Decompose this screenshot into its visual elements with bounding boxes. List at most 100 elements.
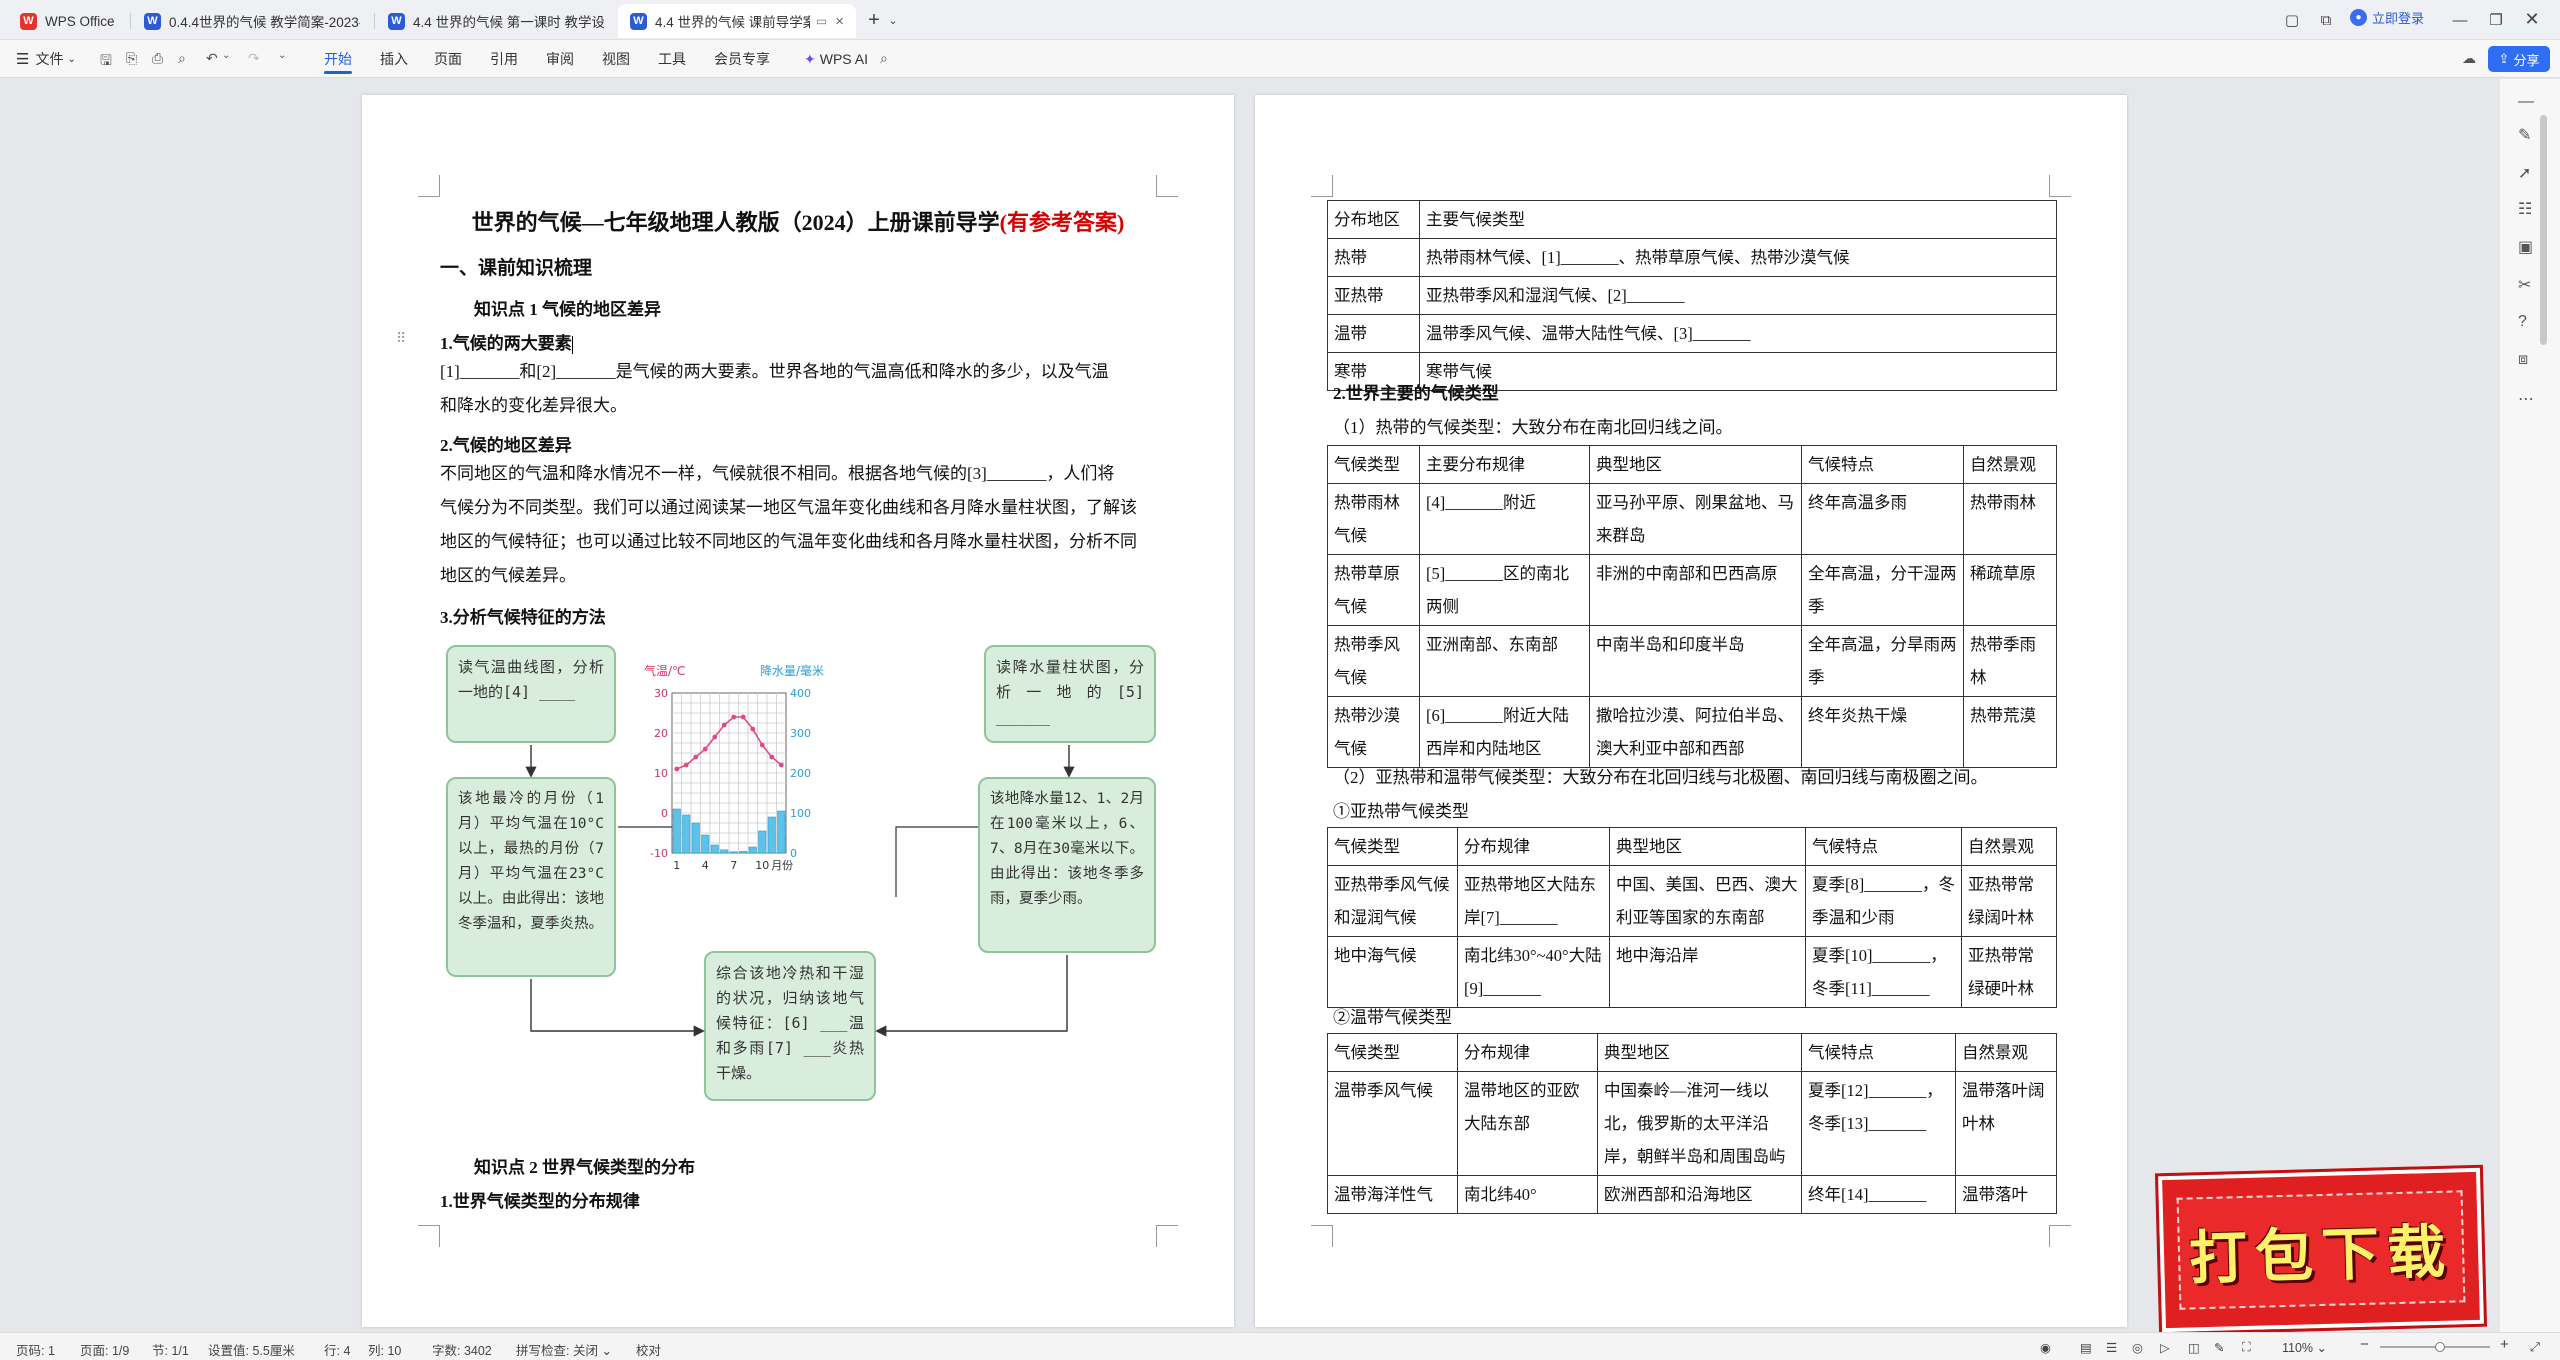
tab-document-3-active[interactable]: W 4.4 世界的气候 课前导学案-2 ▭ × [618,4,856,38]
status-row[interactable]: 行: 4 [324,1340,350,1359]
menu-member[interactable]: 会员专享 [714,40,770,78]
image-icon[interactable]: ▣ [2518,237,2533,257]
tab-document-2[interactable]: W 4.4 世界的气候 第一课时 教学设计-2 [376,4,616,38]
new-tab-icon[interactable]: + [864,9,884,31]
x-tick-label: 7 [730,859,737,872]
table-cell: 亚热带 [1327,276,1420,315]
chevron-down-icon[interactable]: ⌄ [886,11,900,29]
login-button[interactable]: ● 立即登录 [2350,8,2424,27]
menu-references[interactable]: 引用 [490,40,518,78]
table-cell: 终年炎热干燥 [1801,696,1964,768]
temperature-point [712,734,718,740]
redo-icon[interactable]: ↷ [248,50,260,67]
page-view-icon[interactable]: ▤ [2080,1340,2092,1355]
column-header: 主要分布规律 [1419,445,1590,484]
restore-icon[interactable]: ❐ [2486,10,2506,30]
menu-home[interactable]: 开始 [324,40,352,78]
temperature-point [778,762,784,768]
temperate-header-row: 气候类型 分布规律 典型地区 气候特点 自然景观 [1327,1033,2057,1072]
share-panel-icon[interactable]: ⧈ [2518,351,2528,369]
zoom-slider-handle[interactable] [2435,1342,2445,1352]
vertical-scrollbar[interactable] [2540,115,2547,345]
more-icon[interactable]: ⋯ [2518,389,2534,409]
pen-icon[interactable]: ✎ [2518,125,2531,145]
status-page[interactable]: 页码: 1 [16,1340,55,1359]
collapse-icon[interactable]: — [2518,93,2534,111]
menu-page[interactable]: 页面 [434,40,462,78]
download-promo-banner[interactable]: 打包下载 [2154,1164,2488,1336]
undo-dropdown-icon[interactable]: ⌄ [222,50,230,61]
status-section[interactable]: 节: 1/1 [152,1340,189,1359]
column-header: 气候类型 [1327,827,1458,866]
precipitation-bar [767,816,776,854]
status-pages[interactable]: 页面: 1/9 [80,1340,129,1359]
subheading-3: 3.分析气候特征的方法 [440,608,606,627]
table-cell: 亚热带常绿硬叶林 [1961,936,2057,1008]
web-view-icon[interactable]: ◎ [2132,1340,2143,1355]
column-header: 分布规律 [1457,1033,1598,1072]
document-page-1[interactable]: 世界的气候—七年级地理人教版（2024）上册课前导学(有参考答案) 一、课前知识… [362,95,1234,1327]
tab-wps-home[interactable]: W WPS Office [8,4,128,38]
window-layout-icon[interactable]: ▢ [2282,10,2302,30]
play-icon[interactable]: ▷ [2160,1340,2170,1355]
status-spellcheck[interactable]: 拼写检查: 关闭 ⌄ [516,1340,612,1359]
close-tab-icon[interactable]: × [835,13,844,30]
share-button[interactable]: ⇪ 分享 [2488,46,2550,72]
spellcheck-label: 拼写检查: 关闭 [516,1344,598,1358]
fit-page-icon[interactable]: ⤢ [2530,1340,2540,1355]
table-cell: 欧洲西部和沿海地区 [1597,1175,1802,1214]
select-icon[interactable]: ➚ [2518,163,2531,183]
file-menu[interactable]: ☰ 文件 ⌄ [16,40,76,78]
export-pdf-icon[interactable]: ⎘ [126,50,137,67]
temperature-point [759,742,765,748]
fullscreen-icon[interactable]: ⛶ [2242,1340,2251,1355]
minimize-icon[interactable]: — [2450,10,2470,30]
menu-insert[interactable]: 插入 [380,40,408,78]
title-bar: W WPS Office W 0.4.4世界的气候 教学简案-2023--20 … [0,0,2560,40]
crop-mark [2049,1225,2071,1247]
wps-ai-button[interactable]: ✦ WPS AI [804,40,868,78]
status-setting[interactable]: 设置值: 5.5厘米 [208,1340,295,1359]
save-icon[interactable]: 🖫 [100,50,112,74]
table-cell: 亚洲南部、东南部 [1419,625,1590,697]
distribution-row: 温带 温带季风气候、温带大陆性气候、[3]_______ [1327,314,2057,353]
tile-icon[interactable]: ⧉ [2316,10,2336,30]
menu-tools[interactable]: 工具 [658,40,686,78]
cloud-sync-icon[interactable]: ☁ [2462,50,2476,67]
monitor-icon: ▭ [815,14,828,28]
print-preview-icon[interactable]: ⌕ [178,50,186,67]
outline-view-icon[interactable]: ☰ [2106,1340,2117,1355]
temp-axis-title: 气温/℃ [644,663,686,678]
drag-handle-icon[interactable]: ⠿ [396,331,406,348]
settings-slider-icon[interactable]: ☷ [2518,199,2532,219]
close-window-icon[interactable]: ✕ [2522,8,2542,30]
promo-text: 打包下载 [2176,1190,2466,1310]
search-icon[interactable]: ⌕ [880,50,888,67]
tab-label: 4.4 世界的气候 第一课时 教学设计-2 [413,15,604,30]
document-page-2[interactable]: 分布地区 主要气候类型 热带 热带雨林气候、[1]_______、热带草原气候、热带沙… [1255,95,2127,1327]
tab-document-1[interactable]: W 0.4.4世界的气候 教学简案-2023--20 [132,4,372,38]
zoom-out-icon[interactable]: − [2360,1336,2369,1353]
zoom-level[interactable]: 110% ⌄ [2282,1340,2327,1355]
undo-icon[interactable]: ↶ [206,50,218,67]
status-proofread[interactable]: 校对 [636,1340,661,1359]
zoom-slider[interactable] [2380,1342,2490,1352]
precip-tick-label: 100 [790,807,811,820]
table-cell: 热带雨林气候、[1]_______、热带草原气候、热带沙漠气候 [1419,238,2057,277]
eye-protection-icon[interactable]: ◉ [2040,1340,2051,1355]
edit-icon[interactable]: ✎ [2214,1340,2224,1355]
tools-icon[interactable]: ✂ [2518,275,2531,295]
more-dropdown-icon[interactable]: ⌄ [278,50,286,61]
status-words[interactable]: 字数: 3402 [432,1340,492,1359]
print-icon[interactable]: ⎙ [152,50,163,67]
paragraph-1: [1]_______和[2]_______是气候的两大要素。世界各地的气温高低和… [440,355,1160,423]
menu-view[interactable]: 视图 [602,40,630,78]
menu-review[interactable]: 审阅 [546,40,574,78]
column-header: 气候类型 [1327,445,1420,484]
zoom-in-icon[interactable]: + [2500,1336,2509,1353]
help-icon[interactable]: ? [2518,313,2527,331]
crop-mark [418,1225,440,1247]
read-mode-icon[interactable]: ◫ [2188,1340,2200,1355]
section-heading: 一、课前知识梳理 [440,258,593,279]
status-col[interactable]: 列: 10 [368,1340,401,1359]
